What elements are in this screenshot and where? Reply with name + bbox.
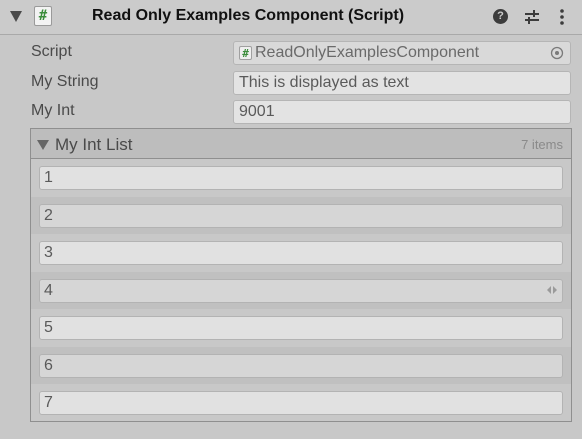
component-title: Read Only Examples Component (Script): [92, 7, 405, 24]
property-row-my-int: My Int 9001: [0, 98, 582, 124]
list-header[interactable]: My Int List 7 items: [31, 129, 571, 159]
list-count: 7 items: [521, 137, 563, 152]
resize-handle-icon[interactable]: [547, 285, 557, 295]
list-item-field[interactable]: 7: [39, 391, 563, 415]
property-label-my-int: My Int: [31, 102, 75, 119]
object-picker-icon[interactable]: [550, 46, 564, 60]
script-object-field[interactable]: # ReadOnlyExamplesComponent: [233, 41, 571, 65]
script-icon: #: [34, 6, 52, 26]
property-label-my-string: My String: [31, 73, 99, 90]
list-item-field[interactable]: 4: [39, 278, 563, 303]
my-int-list: My Int List 7 items 1 2 3 4 5 6 7: [30, 128, 572, 422]
settings-icon[interactable]: [523, 8, 541, 26]
list-item-field[interactable]: 1: [39, 166, 563, 190]
component-header[interactable]: # Read Only Examples Component (Script) …: [0, 0, 582, 35]
list-foldout-arrow-icon[interactable]: [37, 140, 49, 150]
list-item-field[interactable]: 6: [39, 353, 563, 378]
foldout-arrow-icon[interactable]: [10, 11, 22, 22]
help-icon-glyph: ?: [493, 9, 508, 24]
list-title: My Int List: [55, 135, 133, 154]
property-row-script: Script # ReadOnlyExamplesComponent: [0, 39, 582, 65]
list-item: 3: [31, 234, 571, 272]
list-item: 6: [31, 346, 571, 384]
list-item: 2: [31, 196, 571, 234]
my-int-field[interactable]: 9001: [233, 100, 571, 124]
list-item: 5: [31, 309, 571, 347]
list-items: 1 2 3 4 5 6 7: [31, 159, 571, 422]
list-item-field[interactable]: 2: [39, 203, 563, 228]
my-string-field[interactable]: This is displayed as text: [233, 71, 571, 95]
menu-icon[interactable]: [556, 8, 574, 26]
script-object-value: ReadOnlyExamplesComponent: [255, 44, 480, 61]
property-row-my-string: My String This is displayed as text: [0, 69, 582, 95]
property-label-script: Script: [31, 43, 72, 60]
list-item-field[interactable]: 3: [39, 241, 563, 265]
list-item-field[interactable]: 5: [39, 316, 563, 340]
list-item: 1: [31, 159, 571, 197]
component-body: Script # ReadOnlyExamplesComponent My Str…: [0, 35, 582, 439]
help-icon[interactable]: ?: [492, 8, 510, 26]
list-item: 4: [31, 271, 571, 309]
script-object-icon: #: [239, 45, 252, 60]
list-item: 7: [31, 384, 571, 422]
